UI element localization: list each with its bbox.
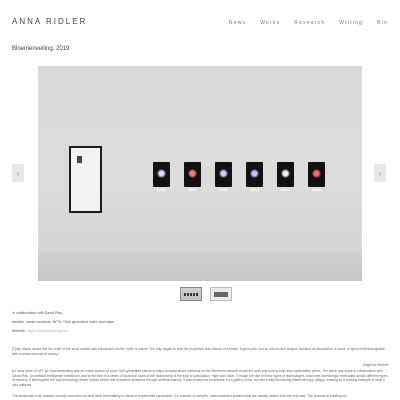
gallery-floor (38, 253, 362, 281)
tulip-screen (308, 162, 325, 191)
thumbnail-2[interactable] (210, 287, 232, 301)
image-viewer[interactable] (38, 66, 362, 281)
chevron-left-icon: ‹ (16, 168, 20, 178)
quote-attribution: Zbigniew Herbert (362, 363, 388, 367)
medium-line: website, smart contracts, NFTs, GAN gene… (12, 320, 115, 324)
description-paragraph-2: The blockchain is an abstract concept an… (12, 394, 348, 398)
next-image-button[interactable]: › (374, 164, 386, 182)
site-header: ANNA RIDLER News Works Research Writing … (0, 0, 400, 40)
description-paragraph: An early piece of NFT art, Bloemenveilin… (12, 369, 388, 387)
nav-research[interactable]: Research (294, 20, 325, 26)
nav-bio[interactable]: Bio (377, 20, 388, 26)
tulip-screen (246, 162, 263, 191)
tulip-screen (184, 162, 201, 191)
screen-row (153, 162, 325, 191)
site-logo[interactable]: ANNA RIDLER (12, 17, 87, 26)
thumbnail-1[interactable] (180, 287, 202, 301)
tulip-screen (215, 162, 232, 191)
chevron-right-icon: › (378, 168, 382, 178)
tulip-screen (153, 162, 170, 191)
website-label: Website: (12, 329, 26, 333)
page-title: Bloemenveiling, 2019 (12, 46, 70, 52)
main-nav: News Works Research Writing Bio (229, 20, 388, 26)
framed-print (69, 146, 102, 213)
nav-writing[interactable]: Writing (339, 20, 363, 26)
nav-news[interactable]: News (229, 20, 246, 26)
prev-image-button[interactable]: ‹ (12, 164, 24, 182)
website-link[interactable]: https://bloemenveiling.bid (27, 329, 68, 333)
thumbnail-strip (180, 287, 232, 301)
tulip-screen (277, 162, 294, 191)
quote-text: [T]ulip Mania meant that the order of th… (12, 347, 385, 356)
website-line: Website: https://bloemenveiling.bid (12, 329, 67, 333)
nav-works[interactable]: Works (260, 20, 280, 26)
collaboration-line: In collaboration with David Pfau (12, 311, 63, 315)
